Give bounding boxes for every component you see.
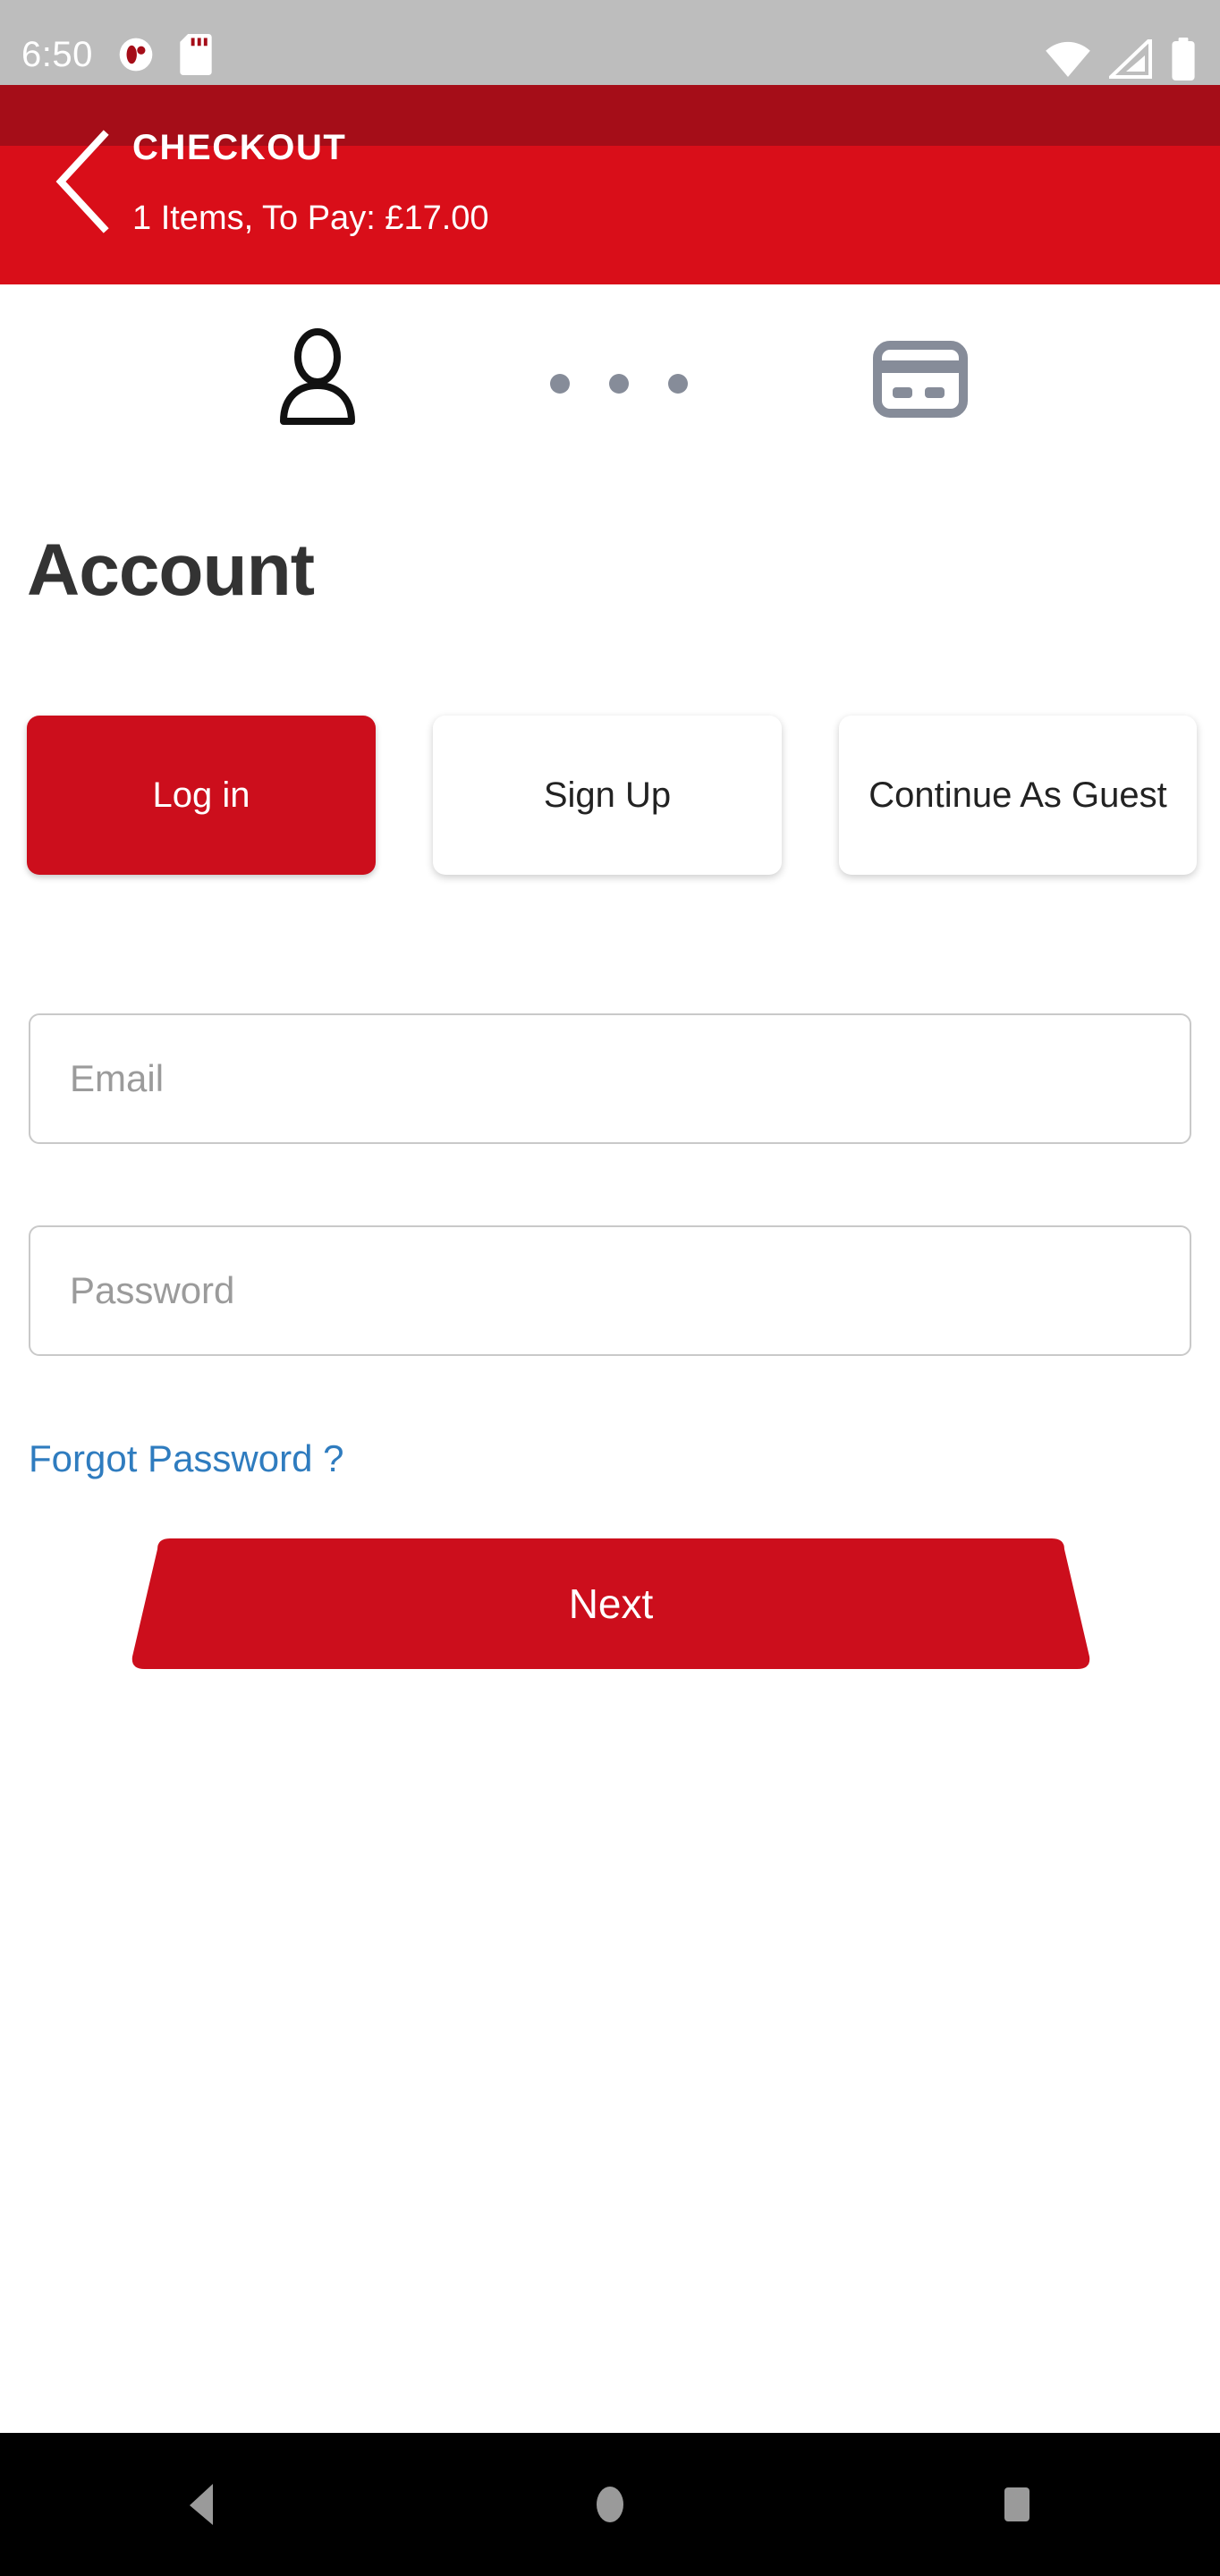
triangle-back-icon [190, 2484, 214, 2525]
checkout-header: CHECKOUT 1 Items, To Pay: £17.00 [0, 128, 1220, 284]
back-button[interactable] [43, 128, 123, 235]
stepper-dot [609, 374, 629, 394]
battery-icon [1170, 38, 1197, 80]
tab-sign-up[interactable]: Sign Up [433, 716, 782, 875]
status-bar: 6:50 [0, 0, 1220, 146]
stepper-dot [550, 374, 570, 394]
stepper-dot [668, 374, 688, 394]
status-bar-left-cluster: 6:50 [21, 34, 213, 75]
circle-home-icon [596, 2487, 623, 2522]
square-recents-icon [1004, 2487, 1029, 2521]
tab-log-in[interactable]: Log in [27, 716, 376, 875]
order-summary-text: 1 Items, To Pay: £17.00 [132, 199, 489, 237]
cellular-signal-icon [1109, 39, 1152, 79]
forgot-password-link[interactable]: Forgot Password ? [29, 1436, 344, 1482]
next-button-label: Next [568, 1580, 654, 1627]
password-field-placeholder: Password [70, 1269, 235, 1311]
page-title: CHECKOUT [132, 128, 347, 167]
android-navigation-bar [0, 2433, 1220, 2576]
stepper-step-account[interactable] [264, 326, 371, 438]
header-text-block: CHECKOUT 1 Items, To Pay: £17.00 [132, 126, 489, 239]
tab-continue-as-guest[interactable]: Continue As Guest [839, 716, 1197, 875]
next-button[interactable]: Next [114, 1537, 1107, 1671]
home-nav-button[interactable] [530, 2433, 690, 2576]
recents-nav-button[interactable] [936, 2433, 1097, 2576]
sd-card-icon [179, 34, 213, 75]
back-nav-button[interactable] [123, 2433, 284, 2576]
wifi-icon [1045, 39, 1091, 79]
email-field-placeholder: Email [70, 1057, 165, 1099]
password-field[interactable]: Password [29, 1225, 1191, 1356]
notification-icon [116, 35, 156, 74]
status-clock: 6:50 [21, 35, 93, 74]
status-bar-right-cluster [1045, 38, 1197, 80]
account-mode-tabs: Log in Sign Up Continue As Guest [27, 716, 1220, 877]
account-heading: Account [27, 530, 315, 611]
stepper-separator-dots [550, 374, 688, 394]
email-field[interactable]: Email [29, 1013, 1191, 1144]
app-screen: 6:50 CHECKOUT 1 Items, To Pay: £17.00 Ac… [0, 0, 1220, 2576]
checkout-progress-stepper [0, 326, 1220, 443]
stepper-step-payment[interactable] [873, 341, 968, 422]
